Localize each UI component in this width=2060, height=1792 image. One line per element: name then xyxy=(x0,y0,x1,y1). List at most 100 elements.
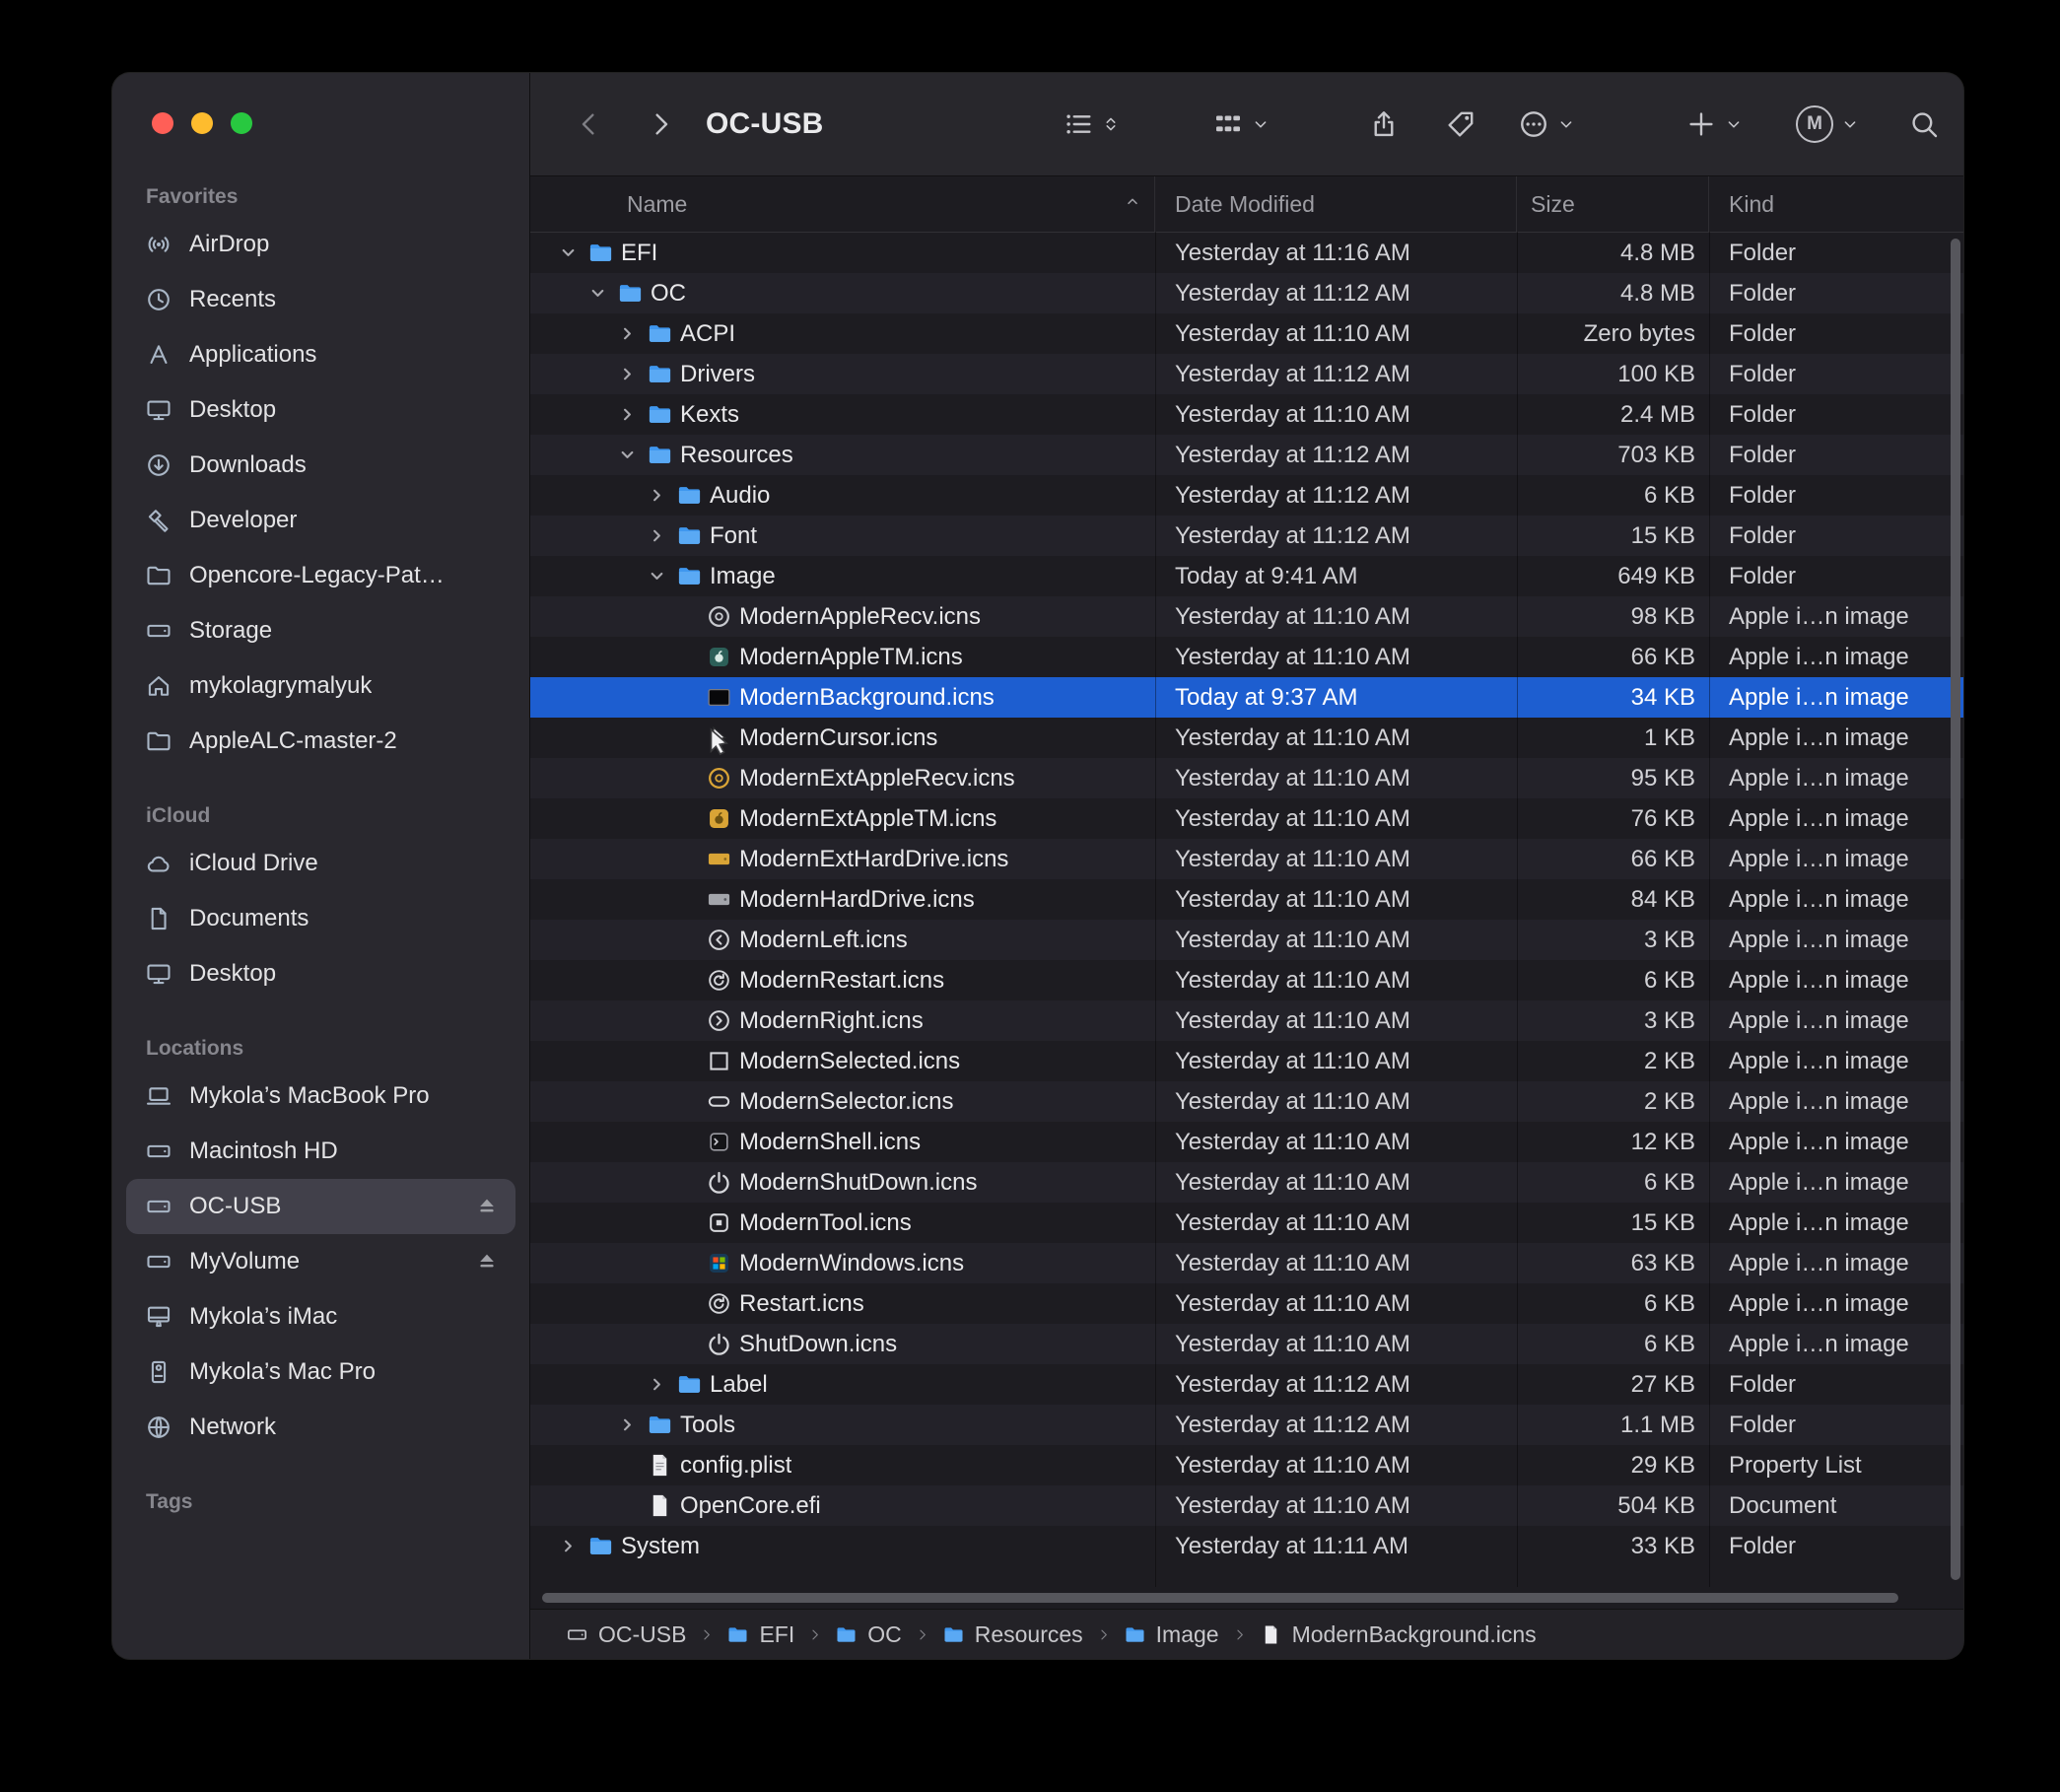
horizontal-scrollbar-thumb[interactable] xyxy=(542,1593,1898,1603)
path-item-oc[interactable]: OC xyxy=(835,1621,902,1648)
disclosure-closed-icon[interactable] xyxy=(645,1373,668,1397)
sidebar-item-mykola-s-imac[interactable]: Mykola’s iMac xyxy=(126,1289,515,1344)
sidebar-item-oc-usb[interactable]: OC-USB xyxy=(126,1179,515,1234)
name-cell: Tools xyxy=(530,1412,1155,1439)
file-row-modernright-icns[interactable]: ModernRight.icnsYesterday at 11:10 AM3 K… xyxy=(530,1000,1963,1041)
file-row-modernbackground-icns[interactable]: ModernBackground.icnsToday at 9:37 AM34 … xyxy=(530,677,1963,718)
column-resize-separator[interactable] xyxy=(1517,232,1518,1587)
sidebar-item-recents[interactable]: Recents xyxy=(126,272,515,327)
column-resize-separator[interactable] xyxy=(1155,232,1156,1587)
file-row-oc[interactable]: OCYesterday at 11:12 AM4.8 MBFolder xyxy=(530,273,1963,313)
file-row-config-plist[interactable]: config.plistYesterday at 11:10 AM29 KBPr… xyxy=(530,1445,1963,1485)
file-row-resources[interactable]: ResourcesYesterday at 11:12 AM703 KBFold… xyxy=(530,435,1963,475)
sidebar-item-documents[interactable]: Documents xyxy=(126,891,515,946)
disclosure-open-icon[interactable] xyxy=(556,241,580,265)
sidebar-item-network[interactable]: Network xyxy=(126,1400,515,1455)
disclosure-open-icon[interactable] xyxy=(585,282,609,306)
file-row-drivers[interactable]: DriversYesterday at 11:12 AM100 KBFolder xyxy=(530,354,1963,394)
sidebar-item-opencore-legacy-pat[interactable]: Opencore-Legacy-Pat… xyxy=(126,548,515,603)
file-row-audio[interactable]: AudioYesterday at 11:12 AM6 KBFolder xyxy=(530,475,1963,516)
file-row-kexts[interactable]: KextsYesterday at 11:10 AM2.4 MBFolder xyxy=(530,394,1963,435)
disclosure-closed-icon[interactable] xyxy=(615,1413,639,1437)
column-resize-separator[interactable] xyxy=(1709,232,1710,1587)
file-row-font[interactable]: FontYesterday at 11:12 AM15 KBFolder xyxy=(530,516,1963,556)
forward-button[interactable] xyxy=(645,108,676,140)
sidebar-item-applications[interactable]: Applications xyxy=(126,327,515,382)
tags-button[interactable] xyxy=(1445,108,1476,140)
sidebar-item-macintosh-hd[interactable]: Macintosh HD xyxy=(126,1124,515,1179)
sidebar-item-desktop[interactable]: Desktop xyxy=(126,382,515,438)
vertical-scrollbar-thumb[interactable] xyxy=(1951,239,1960,1580)
file-row-modernselector-icns[interactable]: ModernSelector.icnsYesterday at 11:10 AM… xyxy=(530,1081,1963,1122)
group-by-button[interactable] xyxy=(1212,108,1270,140)
disclosure-closed-icon[interactable] xyxy=(556,1535,580,1558)
file-row-modernextapplerecv-icns[interactable]: ModernExtAppleRecv.icnsYesterday at 11:1… xyxy=(530,758,1963,798)
sidebar-item-applealc-master-2[interactable]: AppleALC-master-2 xyxy=(126,714,515,769)
disclosure-closed-icon[interactable] xyxy=(645,524,668,548)
file-row-modernharddrive-icns[interactable]: ModernHardDrive.icnsYesterday at 11:10 A… xyxy=(530,879,1963,920)
file-row-modernrestart-icns[interactable]: ModernRestart.icnsYesterday at 11:10 AM6… xyxy=(530,960,1963,1000)
path-item-efi[interactable]: EFI xyxy=(726,1621,794,1648)
file-row-modernappletm-icns[interactable]: ModernAppleTM.icnsYesterday at 11:10 AM6… xyxy=(530,637,1963,677)
minimize-window-button[interactable] xyxy=(191,112,213,134)
sidebar-item-developer[interactable]: Developer xyxy=(126,493,515,548)
name-cell: ModernAppleTM.icns xyxy=(530,644,1155,671)
path-item-oc-usb[interactable]: OC-USB xyxy=(566,1621,686,1648)
share-button[interactable] xyxy=(1368,108,1400,140)
column-header-name[interactable]: Name xyxy=(530,176,1155,232)
airdrop-icon xyxy=(144,230,173,259)
file-row-opencore-efi[interactable]: OpenCore.efiYesterday at 11:10 AM504 KBD… xyxy=(530,1485,1963,1526)
eject-icon[interactable] xyxy=(474,1249,500,1275)
sidebar-item-mykolagrymalyuk[interactable]: mykolagrymalyuk xyxy=(126,658,515,714)
zoom-window-button[interactable] xyxy=(231,112,252,134)
disclosure-closed-icon[interactable] xyxy=(645,484,668,508)
file-row-modernshell-icns[interactable]: ModernShell.icnsYesterday at 11:10 AM12 … xyxy=(530,1122,1963,1162)
sidebar-item-storage[interactable]: Storage xyxy=(126,603,515,658)
file-row-modernapplerecv-icns[interactable]: ModernAppleRecv.icnsYesterday at 11:10 A… xyxy=(530,596,1963,637)
sidebar-item-airdrop[interactable]: AirDrop xyxy=(126,217,515,272)
column-header-size[interactable]: Size xyxy=(1517,176,1709,232)
file-row-acpi[interactable]: ACPIYesterday at 11:10 AMZero bytesFolde… xyxy=(530,313,1963,354)
disclosure-closed-icon[interactable] xyxy=(615,363,639,386)
path-item-modernbackground-icns[interactable]: ModernBackground.icns xyxy=(1260,1621,1537,1648)
file-row-modernselected-icns[interactable]: ModernSelected.icnsYesterday at 11:10 AM… xyxy=(530,1041,1963,1081)
column-header-date-modified[interactable]: Date Modified xyxy=(1155,176,1517,232)
file-row-modernextharddrive-icns[interactable]: ModernExtHardDrive.icnsYesterday at 11:1… xyxy=(530,839,1963,879)
back-button[interactable] xyxy=(574,108,605,140)
sidebar-item-mykola-s-mac-pro[interactable]: Mykola’s Mac Pro xyxy=(126,1344,515,1400)
file-row-moderncursor-icns[interactable]: ModernCursor.icnsYesterday at 11:10 AM1 … xyxy=(530,718,1963,758)
view-options-button[interactable] xyxy=(1063,108,1121,140)
vertical-scrollbar[interactable] xyxy=(1948,234,1963,1585)
path-item-resources[interactable]: Resources xyxy=(942,1621,1083,1648)
sidebar-item-desktop[interactable]: Desktop xyxy=(126,946,515,1001)
sidebar-item-mykola-s-macbook-pro[interactable]: Mykola’s MacBook Pro xyxy=(126,1068,515,1124)
sidebar-item-myvolume[interactable]: MyVolume xyxy=(126,1234,515,1289)
file-row-label[interactable]: LabelYesterday at 11:12 AM27 KBFolder xyxy=(530,1364,1963,1405)
column-header-kind[interactable]: Kind xyxy=(1709,176,1963,232)
file-row-image[interactable]: ImageToday at 9:41 AM649 KBFolder xyxy=(530,556,1963,596)
file-row-moderntool-icns[interactable]: ModernTool.icnsYesterday at 11:10 AM15 K… xyxy=(530,1203,1963,1243)
new-item-button[interactable] xyxy=(1685,108,1744,140)
disclosure-open-icon[interactable] xyxy=(645,565,668,588)
file-row-modernleft-icns[interactable]: ModernLeft.icnsYesterday at 11:10 AM3 KB… xyxy=(530,920,1963,960)
disclosure-closed-icon[interactable] xyxy=(615,322,639,346)
file-row-modernshutdown-icns[interactable]: ModernShutDown.icnsYesterday at 11:10 AM… xyxy=(530,1162,1963,1203)
close-window-button[interactable] xyxy=(152,112,173,134)
file-row-tools[interactable]: ToolsYesterday at 11:12 AM1.1 MBFolder xyxy=(530,1405,1963,1445)
file-row-system[interactable]: SystemYesterday at 11:11 AM33 KBFolder xyxy=(530,1526,1963,1566)
path-item-image[interactable]: Image xyxy=(1124,1621,1219,1648)
sidebar-item-downloads[interactable]: Downloads xyxy=(126,438,515,493)
file-row-efi[interactable]: EFIYesterday at 11:16 AM4.8 MBFolder xyxy=(530,233,1963,273)
disclosure-closed-icon[interactable] xyxy=(615,403,639,427)
search-button[interactable] xyxy=(1908,108,1940,140)
more-actions-button[interactable] xyxy=(1518,108,1576,140)
disclosure-open-icon[interactable] xyxy=(615,444,639,467)
eject-icon[interactable] xyxy=(474,1194,500,1219)
sidebar-item-icloud-drive[interactable]: iCloud Drive xyxy=(126,836,515,891)
file-row-restart-icns[interactable]: Restart.icnsYesterday at 11:10 AM6 KBApp… xyxy=(530,1283,1963,1324)
horizontal-scrollbar[interactable] xyxy=(530,1587,1946,1609)
account-button[interactable]: M xyxy=(1796,105,1860,143)
file-row-modernextappletm-icns[interactable]: ModernExtAppleTM.icnsYesterday at 11:10 … xyxy=(530,798,1963,839)
file-row-modernwindows-icns[interactable]: ModernWindows.icnsYesterday at 11:10 AM6… xyxy=(530,1243,1963,1283)
file-row-shutdown-icns[interactable]: ShutDown.icnsYesterday at 11:10 AM6 KBAp… xyxy=(530,1324,1963,1364)
